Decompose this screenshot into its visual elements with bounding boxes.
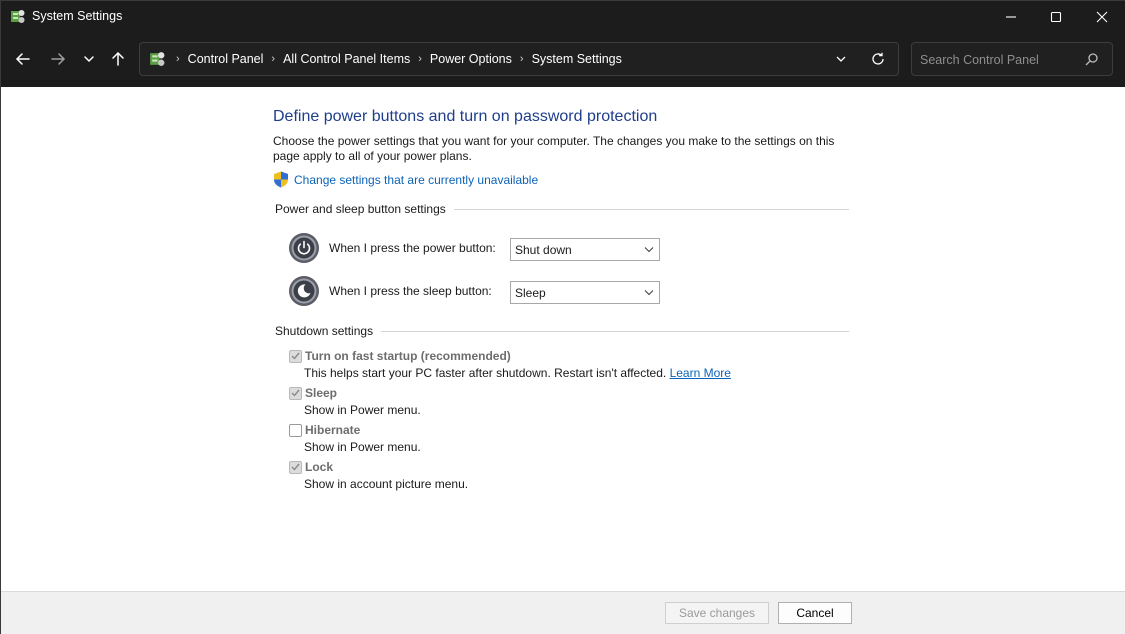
control-panel-icon xyxy=(150,52,165,66)
fast-startup-description: This helps start your PC faster after sh… xyxy=(304,366,731,380)
sleep-checkbox[interactable] xyxy=(289,386,302,400)
power-button-row: When I press the power button: xyxy=(288,232,509,264)
lock-option-description: Show in account picture menu. xyxy=(304,477,469,491)
learn-more-link[interactable]: Learn More xyxy=(670,366,731,380)
minimize-button[interactable] xyxy=(988,1,1034,32)
lock-option[interactable]: Lock xyxy=(289,460,333,474)
sleep-option-description: Show in Power menu. xyxy=(304,403,421,417)
uac-link-row[interactable]: Change settings that are currently unava… xyxy=(273,171,538,188)
breadcrumb-system-settings[interactable]: System Settings xyxy=(532,52,622,66)
chevron-down-icon xyxy=(644,247,654,253)
section-divider xyxy=(381,330,849,332)
uac-shield-icon xyxy=(274,171,288,188)
breadcrumb-power-options[interactable]: Power Options xyxy=(430,52,512,66)
navigation-bar: › Control Panel › All Control Panel Item… xyxy=(1,32,1125,87)
search-input[interactable] xyxy=(920,51,1080,69)
checkmark-icon xyxy=(291,389,300,397)
cancel-button[interactable]: Cancel xyxy=(778,602,852,624)
shutdown-section-header: Shutdown settings xyxy=(275,324,849,338)
window: System Settings › Control Panel › All Co… xyxy=(0,0,1125,634)
breadcrumb-control-panel[interactable]: Control Panel xyxy=(188,52,264,66)
lock-checkbox[interactable] xyxy=(289,460,302,474)
address-dropdown-icon[interactable] xyxy=(834,52,848,66)
checkmark-icon xyxy=(291,463,300,471)
close-icon xyxy=(1096,11,1108,22)
fast-startup-description-text: This helps start your PC faster after sh… xyxy=(304,366,667,380)
chevron-down-icon xyxy=(644,290,654,296)
minimize-icon xyxy=(1006,15,1016,18)
back-arrow-icon xyxy=(16,53,30,65)
hibernate-checkbox[interactable] xyxy=(289,423,302,437)
breadcrumb-separator-icon: › xyxy=(176,53,180,65)
refresh-icon[interactable] xyxy=(870,51,886,67)
breadcrumb-separator-icon: › xyxy=(271,53,276,65)
sleep-button-row: When I press the sleep button: xyxy=(288,275,509,307)
save-changes-button[interactable]: Save changes xyxy=(665,602,769,624)
maximize-button[interactable] xyxy=(1033,1,1079,32)
page-title: Define power buttons and turn on passwor… xyxy=(273,108,658,125)
fast-startup-label: Turn on fast startup (recommended) xyxy=(305,349,511,363)
sleep-button-action-value: Sleep xyxy=(515,286,546,300)
power-button-action-select[interactable]: Shut down xyxy=(510,238,660,261)
window-title: System Settings xyxy=(32,9,123,23)
breadcrumb-separator-icon: › xyxy=(418,53,422,65)
up-button[interactable] xyxy=(105,46,131,72)
hibernate-option-label: Hibernate xyxy=(305,423,361,437)
search-box[interactable] xyxy=(911,42,1113,76)
forward-button[interactable] xyxy=(45,46,71,72)
breadcrumb-separator-icon: › xyxy=(519,53,524,65)
control-panel-icon xyxy=(11,10,25,23)
forward-arrow-icon xyxy=(51,53,65,65)
power-button-label: When I press the power button: xyxy=(329,241,496,255)
back-button[interactable] xyxy=(10,46,36,72)
sleep-button-label: When I press the sleep button: xyxy=(329,284,492,298)
section-title: Power and sleep button settings xyxy=(275,202,446,216)
address-bar[interactable]: › Control Panel › All Control Panel Item… xyxy=(139,42,899,76)
checkmark-icon xyxy=(291,352,300,360)
footer-bar: Save changes Cancel xyxy=(1,591,1125,634)
main-content: Define power buttons and turn on passwor… xyxy=(1,87,1125,591)
breadcrumb: › Control Panel › All Control Panel Item… xyxy=(140,43,622,75)
change-unavailable-settings-link[interactable]: Change settings that are currently unava… xyxy=(294,173,538,187)
sleep-option[interactable]: Sleep xyxy=(289,386,337,400)
fast-startup-option[interactable]: Turn on fast startup (recommended) xyxy=(289,349,511,363)
power-button-icon xyxy=(289,233,319,263)
recent-locations-button[interactable] xyxy=(76,46,102,72)
section-divider xyxy=(453,208,849,210)
close-button[interactable] xyxy=(1079,1,1125,32)
breadcrumb-all-control-panel-items[interactable]: All Control Panel Items xyxy=(283,52,410,66)
lock-option-label: Lock xyxy=(305,460,334,474)
search-icon[interactable] xyxy=(1085,53,1098,66)
sleep-button-icon xyxy=(289,276,319,306)
section-title: Shutdown settings xyxy=(275,324,374,338)
recent-locations-chevron-icon xyxy=(84,56,94,62)
hibernate-option[interactable]: Hibernate xyxy=(289,423,360,437)
title-bar: System Settings xyxy=(1,1,1125,32)
maximize-icon xyxy=(1050,11,1062,22)
power-sleep-section-header: Power and sleep button settings xyxy=(275,202,849,216)
sleep-option-label: Sleep xyxy=(305,386,338,400)
power-button-action-value: Shut down xyxy=(515,243,572,257)
hibernate-option-description: Show in Power menu. xyxy=(304,440,421,454)
fast-startup-checkbox[interactable] xyxy=(289,349,302,363)
sleep-button-action-select[interactable]: Sleep xyxy=(510,281,660,304)
page-description: Choose the power settings that you want … xyxy=(273,134,835,163)
up-arrow-icon xyxy=(112,52,124,66)
